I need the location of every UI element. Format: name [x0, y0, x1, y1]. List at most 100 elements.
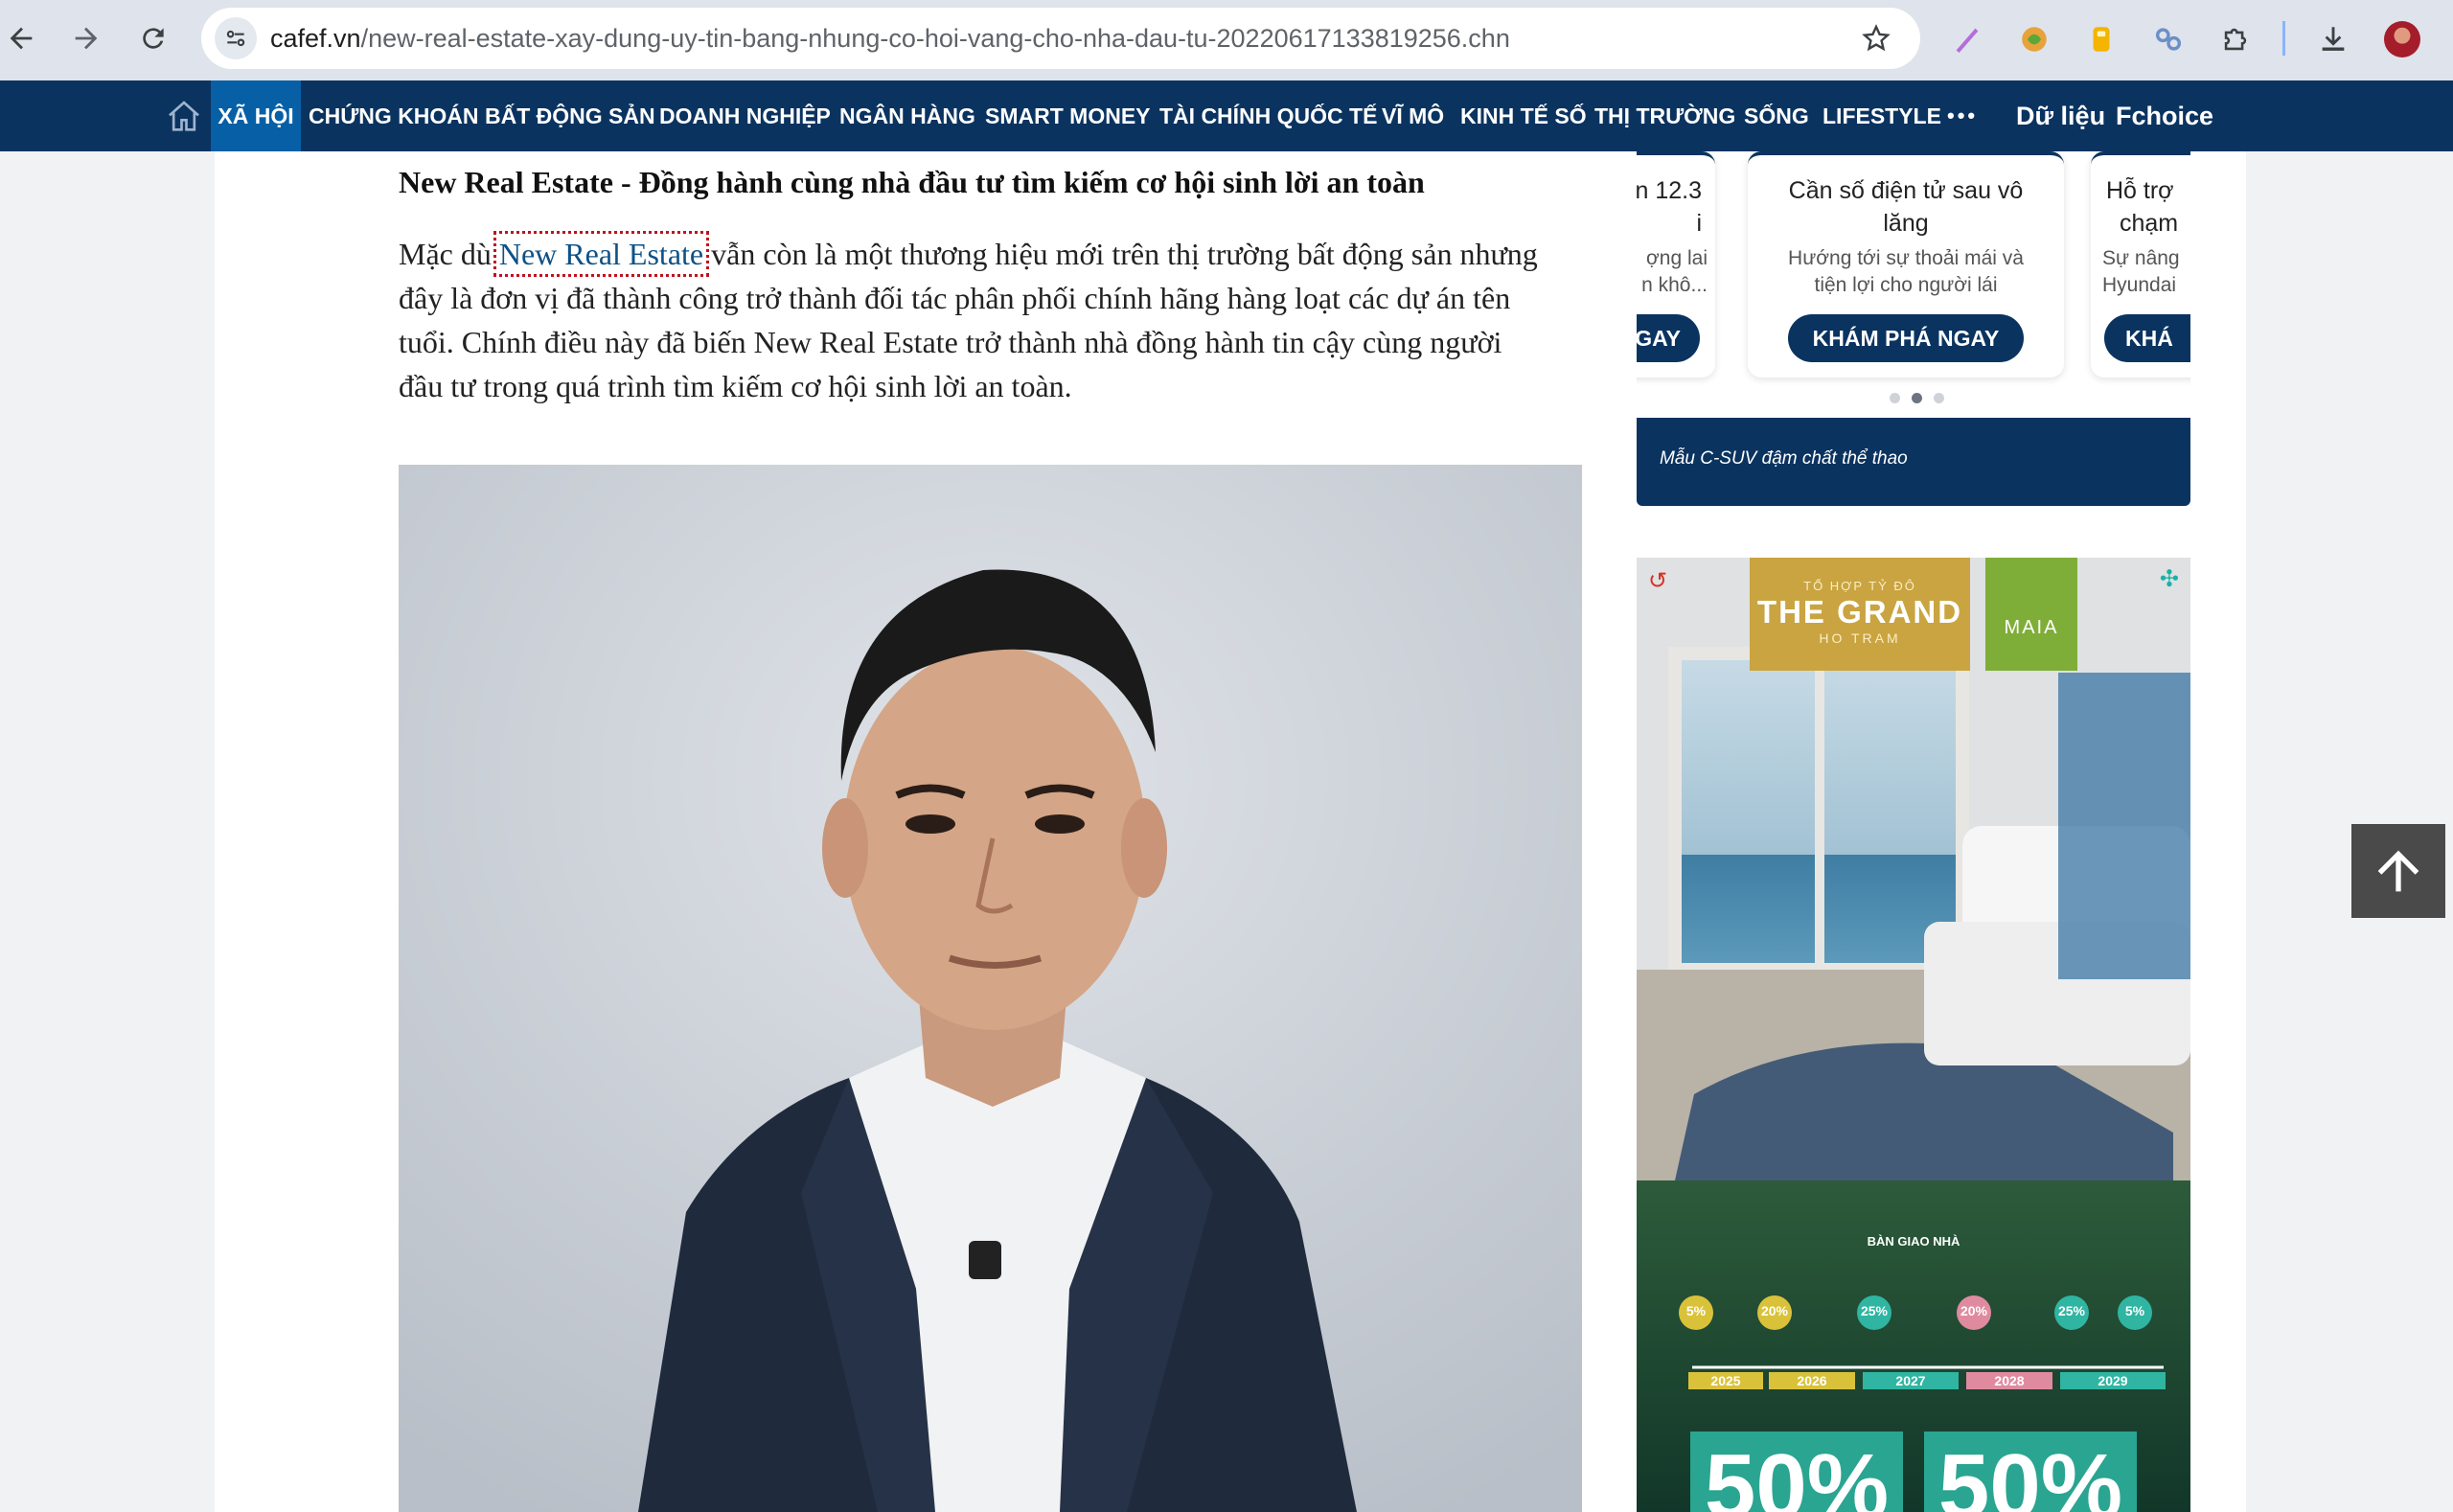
pen-extension-icon — [1956, 28, 1979, 54]
url-path: /new-real-estate-xay-dung-uy-tin-bang-nh… — [360, 24, 1510, 53]
carousel-dot[interactable] — [1934, 393, 1944, 403]
ad-offer: 50% — [1704, 1435, 1890, 1512]
card-title-line: chạm — [2120, 210, 2179, 237]
leaf-extension-icon — [2022, 27, 2047, 52]
leaf-extension-button[interactable] — [2012, 17, 2056, 61]
nav-lifestyle[interactable]: LIFESTYLE — [1823, 80, 1941, 151]
carousel-card-left[interactable]: n 12.3 i ợng lai n khô... GAY — [1637, 151, 1715, 378]
bookmark-star-button[interactable] — [1861, 23, 1891, 58]
browser-toolbar: cafef.vn/new-real-estate-xay-dung-uy-tin… — [0, 0, 2453, 80]
nav-vi-mo[interactable]: VĨ MÔ — [1382, 80, 1444, 151]
ad-badge: 20% — [1960, 1303, 1988, 1318]
card-title-line: i — [1696, 210, 1702, 237]
toolbar-divider — [2282, 21, 2285, 56]
reload-button[interactable] — [128, 13, 178, 63]
extensions-button[interactable] — [2213, 17, 2258, 61]
nav-kinh-te-so[interactable]: KINH TẾ SỐ — [1460, 80, 1587, 151]
puzzle-extensions-icon — [2224, 28, 2247, 51]
address-bar[interactable]: cafef.vn/new-real-estate-xay-dung-uy-tin… — [201, 8, 1920, 69]
carousel-card-right[interactable]: Hỗ trợ chạm Sự nâng Hyundai KHÁ — [2091, 151, 2190, 378]
nav-more-button[interactable]: ••• — [1947, 80, 1978, 151]
card-title-line: lăng — [1883, 210, 1929, 237]
paragraph-line: Mặc dù New Real Estate vẫn còn là một th… — [399, 231, 1587, 277]
nav-doanh-nghiep[interactable]: DOANH NGHIỆP — [659, 80, 831, 151]
nav-fchoice[interactable]: Fchoice — [2116, 80, 2213, 151]
advertisement[interactable]: ↺ ✣ TỔ HỢP TỶ ĐÔ THE GRAND HO TRAM MAIA … — [1637, 558, 2190, 1512]
reload-icon — [143, 28, 164, 49]
site-navigation: XÃ HỘI CHỨNG KHOÁN BẤT ĐỘNG SẢN DOANH NG… — [0, 80, 2453, 151]
nav-du-lieu[interactable]: Dữ liệu — [2016, 80, 2105, 151]
card-desc-line: Sự nâng — [2102, 247, 2180, 269]
back-icon — [10, 27, 33, 50]
ad-badge: 25% — [2057, 1303, 2086, 1318]
portrait-image — [399, 465, 1582, 1512]
paragraph-text: Mặc dù — [399, 237, 499, 271]
profile-avatar — [2384, 21, 2420, 57]
card-title: Hỗ trợ chạm — [2091, 174, 2190, 240]
pen-extension-button[interactable] — [1945, 17, 1989, 61]
nav-tai-chinh-quoc-te[interactable]: TÀI CHÍNH QUỐC TẾ — [1159, 80, 1377, 151]
new-real-estate-link[interactable]: New Real Estate — [493, 231, 710, 277]
ad-year: 2027 — [1895, 1373, 1926, 1388]
article-subheading: New Real Estate - Đồng hành cùng nhà đầu… — [399, 165, 1425, 199]
back-button[interactable] — [0, 13, 46, 63]
kham-pha-ngay-button[interactable]: KHÁM PHÁ NGAY — [1788, 314, 2024, 362]
profile-button[interactable] — [2380, 17, 2424, 61]
home-button[interactable] — [165, 98, 203, 136]
url-text[interactable]: cafef.vn/new-real-estate-xay-dung-uy-tin… — [270, 24, 1510, 54]
home-icon — [169, 101, 199, 131]
download-icon — [2322, 27, 2345, 51]
carousel-dot[interactable] — [1890, 393, 1900, 403]
nav-chung-khoan[interactable]: CHỨNG KHOÁN — [309, 80, 479, 151]
arrow-up-icon — [2377, 850, 2419, 892]
card-description: ợng lai n khô... — [1637, 245, 1715, 299]
download-button[interactable] — [2311, 17, 2355, 61]
card-title: n 12.3 i — [1637, 174, 1715, 240]
nav-thi-truong[interactable]: THỊ TRƯỜNG — [1594, 80, 1735, 151]
ad-refresh-icon[interactable]: ↺ — [1648, 567, 1667, 594]
ad-grand-sub: HO TRAM — [1819, 630, 1901, 646]
url-domain: cafef.vn — [270, 24, 361, 53]
ad-badge: 5% — [1685, 1303, 1707, 1318]
carousel-dot-active[interactable] — [1912, 393, 1922, 403]
link-extension-icon — [2155, 28, 2182, 51]
card-title: Cần số điện tử sau vô lăng — [1748, 174, 2064, 240]
article-paragraph: Mặc dù New Real Estate vẫn còn là một th… — [399, 231, 1587, 408]
nav-bat-dong-san[interactable]: BẤT ĐỘNG SẢN — [485, 80, 655, 151]
forward-button[interactable] — [61, 13, 111, 63]
card-desc-line: Hyundai — [2102, 274, 2177, 296]
paragraph-line: tuổi. Chính điều này đã biến New Real Es… — [399, 325, 1502, 359]
card-description: Hướng tới sự thoải mái và tiện lợi cho n… — [1748, 245, 2064, 299]
card-cta-button[interactable]: KHÁ — [2104, 314, 2190, 362]
card-description: Sự nâng Hyundai — [2091, 245, 2190, 299]
ad-year: 2026 — [1797, 1373, 1827, 1388]
ad-maia-logo: MAIA — [2004, 617, 2059, 638]
paragraph-line: đây là đơn vị đã thành công trở thành đố… — [399, 281, 1511, 315]
ad-badge: 20% — [1760, 1303, 1789, 1318]
nav-ngan-hang[interactable]: NGÂN HÀNG — [839, 80, 975, 151]
carousel-card-center[interactable]: Cần số điện tử sau vô lăng Hướng tới sự … — [1748, 151, 2064, 378]
ad-choices-icon[interactable]: ✣ — [2160, 565, 2179, 592]
ad-year: 2028 — [1994, 1373, 2025, 1388]
card-desc-line: n khô... — [1641, 274, 1708, 296]
card-title-line: n 12.3 — [1637, 177, 1702, 204]
bookmark-star-icon — [1862, 24, 1891, 52]
card-cta-button[interactable]: GAY — [1637, 314, 1700, 362]
back-to-top-button[interactable] — [2351, 824, 2445, 918]
site-info-button[interactable] — [215, 17, 257, 59]
ad-grand-title: THE GRAND — [1756, 594, 1963, 630]
ad-year: 2025 — [1710, 1373, 1741, 1388]
card-title-line: Cần số điện tử sau vô — [1788, 177, 2024, 204]
nav-song[interactable]: SỐNG — [1744, 80, 1809, 151]
ad-timeline-title: BÀN GIAO NHÀ — [1867, 1234, 1960, 1249]
honey-extension-button[interactable] — [2079, 17, 2123, 61]
ad-year: 2029 — [2098, 1373, 2128, 1388]
promo-banner[interactable]: Mẫu C-SUV đậm chất thể thao — [1637, 418, 2190, 506]
nav-xa-hoi[interactable]: XÃ HỘI — [211, 80, 301, 151]
paragraph-text: vẫn còn là một thương hiệu mới trên thị … — [703, 237, 1538, 271]
card-desc-line: Hướng tới sự thoải mái và — [1788, 247, 2024, 269]
nav-smart-money[interactable]: SMART MONEY — [985, 80, 1151, 151]
ad-offer: 50% — [1937, 1435, 2123, 1512]
link-extension-button[interactable] — [2146, 17, 2190, 61]
paragraph-line: đầu tư trong quá trình tìm kiếm cơ hội s… — [399, 369, 1072, 403]
